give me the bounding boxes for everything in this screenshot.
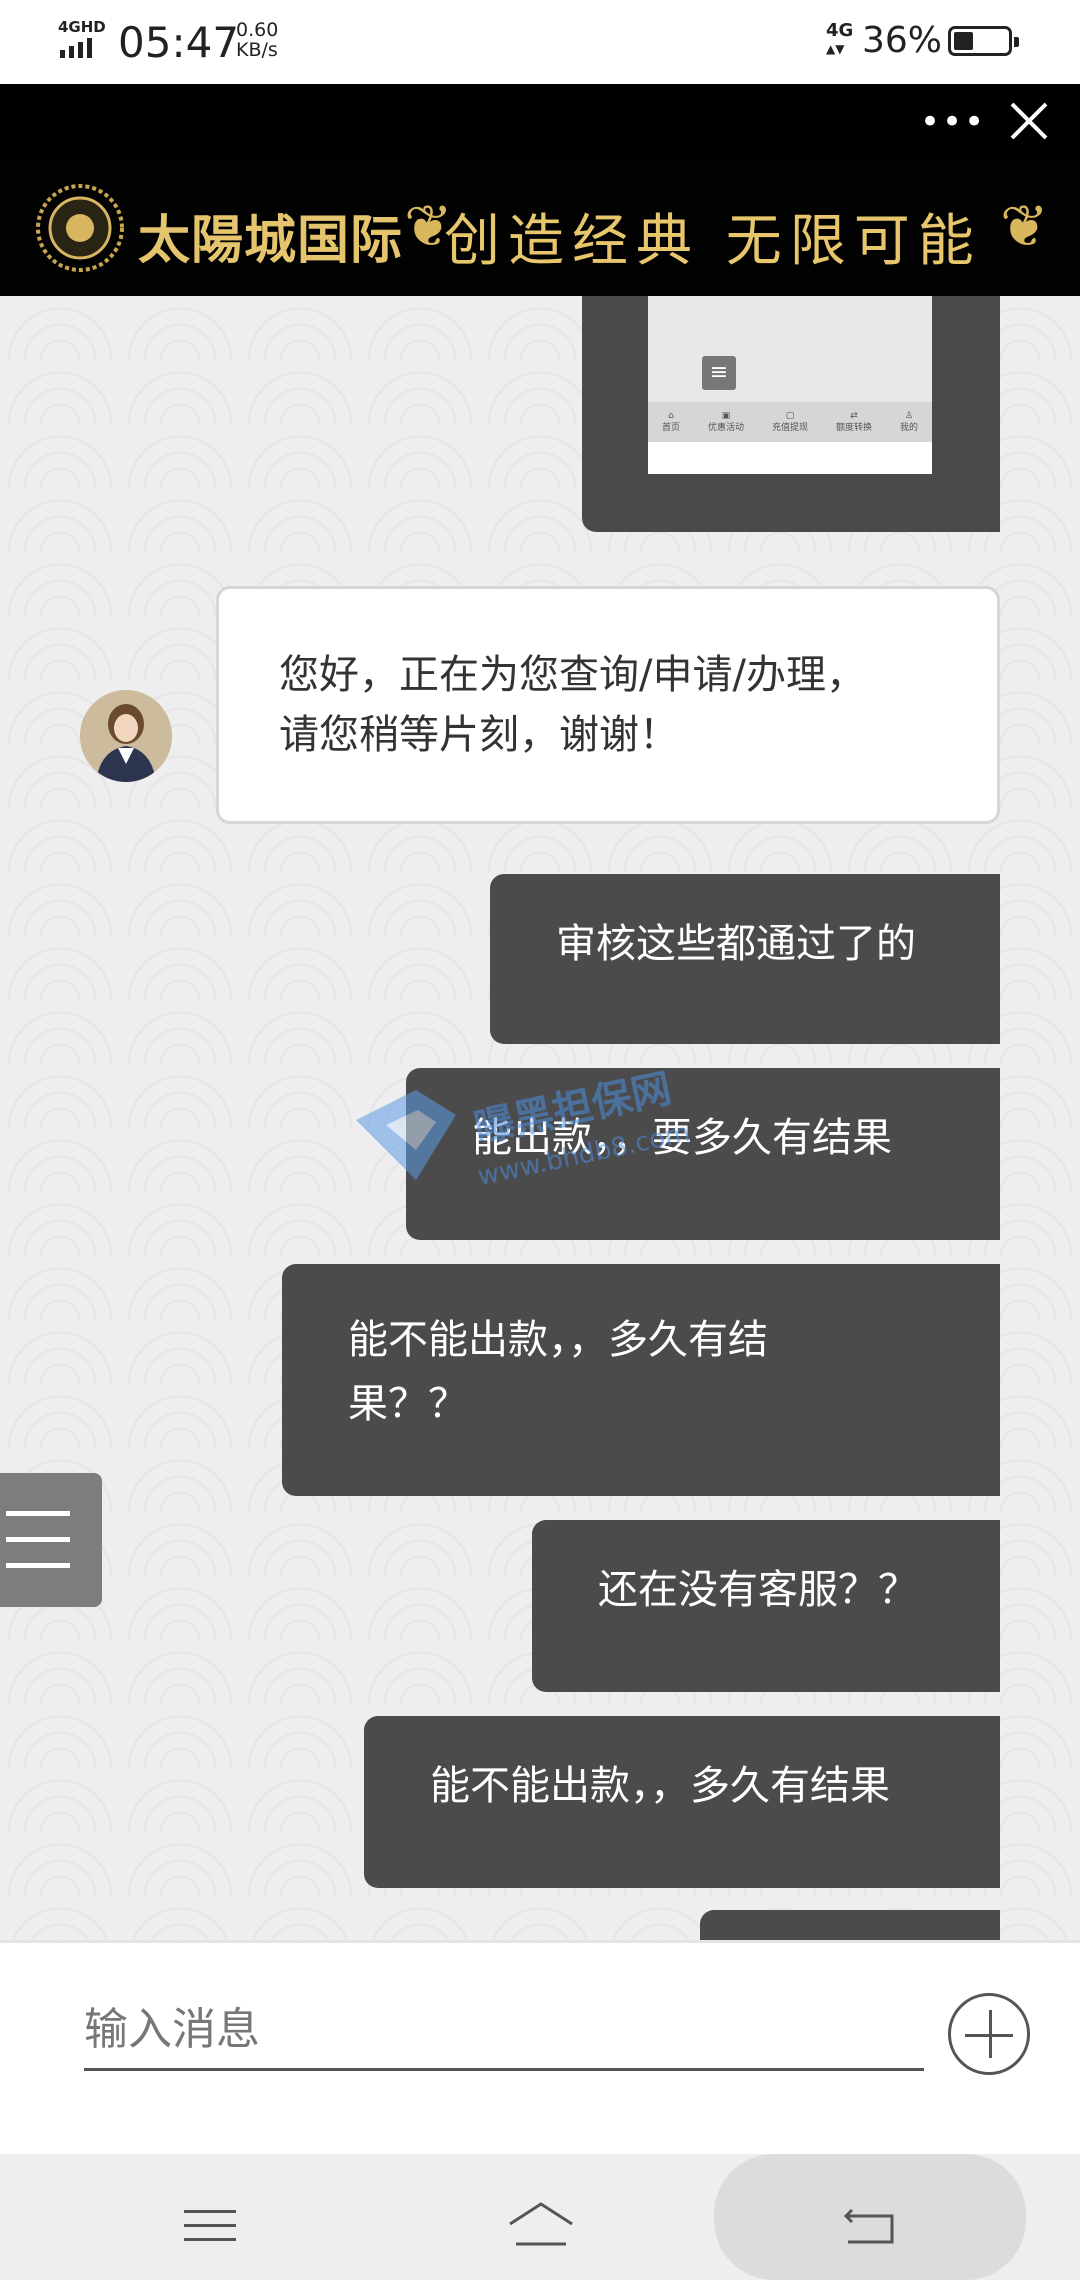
- user-message: 能不能出款，，多久有结 果？？: [282, 1264, 1000, 1496]
- ornament-right-icon: ❦: [1000, 192, 1049, 260]
- floating-menu-button[interactable]: [0, 1473, 102, 1607]
- status-bar: 4GHD 05:47 0.60 KB/s 4G ▲▼ 36%: [0, 0, 1080, 84]
- agent-message: 您好，正在为您查询/申请/办理， 请您稍等片刻，谢谢！: [216, 586, 1000, 824]
- system-nav-bar: [0, 2154, 1080, 2280]
- thumb-nav-item: ⇄ 额度转换: [835, 411, 872, 433]
- message-text: 审核这些都通过了的: [556, 921, 916, 967]
- speed-value: 0.60: [236, 19, 279, 41]
- site-banner: 太陽城国际 ❦ 创造经典 无限可能 ❦: [0, 158, 1080, 296]
- cell-label: 4G: [826, 20, 854, 41]
- thumbnail-nav: ⌂ 首页 ▣ 优惠活动 ▢ 充值提现 ⇄ 额度转换 ♙ 我的: [648, 402, 932, 442]
- data-arrows-icon: ▲▼: [826, 42, 845, 56]
- user-message: 能不能出款，，多久有结果: [364, 1716, 1000, 1888]
- browser-toolbar: •••: [0, 84, 1080, 158]
- network-type: 4GHD: [58, 18, 106, 36]
- agent-avatar[interactable]: [80, 690, 172, 782]
- thumb-nav-item: ⌂ 首页: [661, 411, 680, 433]
- home-button[interactable]: [506, 2200, 576, 2250]
- battery-icon: [948, 26, 1019, 56]
- menu-icon: ≡: [702, 356, 736, 390]
- more-options-button[interactable]: •••: [920, 104, 984, 140]
- watermark-logo-icon: [356, 1090, 456, 1180]
- user-message: 还在没有客服？？: [532, 1520, 1000, 1692]
- speed-unit: KB/s: [236, 39, 278, 61]
- back-button[interactable]: [842, 2206, 898, 2246]
- menu-line: [6, 1511, 70, 1516]
- user-message: 审核这些都通过了的: [490, 874, 1000, 1044]
- watermark: 曝黑担保网 www.bhdb8.com: [346, 1066, 716, 1210]
- sun-logo-icon: [36, 184, 124, 272]
- brand-name: 太陽城国际: [138, 210, 404, 271]
- thumb-nav-item: ▢ 充值提现: [771, 411, 808, 433]
- chat-area[interactable]: ≡ ⌂ 首页 ▣ 优惠活动 ▢ 充值提现 ⇄ 额度转换 ♙ 我的 您好，正在为您查询/申请…: [0, 296, 1080, 1940]
- thumb-nav-item: ▣ 优惠活动: [707, 411, 744, 433]
- agent-message-line: 您好，正在为您查询/申请/办理，: [279, 652, 866, 698]
- battery-percent: 36%: [862, 20, 943, 61]
- message-text: 果？？: [348, 1381, 468, 1427]
- message-text: 能不能出款，，多久有结果: [430, 1763, 890, 1809]
- screenshot-thumbnail: ≡ ⌂ 首页 ▣ 优惠活动 ▢ 充值提现 ⇄ 额度转换 ♙ 我的: [648, 296, 932, 474]
- signal-icon: [60, 38, 92, 58]
- message-input[interactable]: [84, 1991, 924, 2071]
- message-text: 还在没有客服？？: [598, 1567, 918, 1613]
- close-button[interactable]: [1000, 96, 1058, 148]
- network-speed: 0.60 KB/s: [236, 20, 278, 60]
- thumb-nav-item: ♙ 我的: [899, 411, 918, 433]
- close-icon: [1010, 102, 1048, 140]
- compose-bar: [0, 1940, 1080, 2154]
- add-attachment-button[interactable]: [948, 1993, 1030, 2075]
- agent-message-line: 请您稍等片刻，谢谢！: [279, 712, 679, 758]
- image-message[interactable]: ≡ ⌂ 首页 ▣ 优惠活动 ▢ 充值提现 ⇄ 额度转换 ♙ 我的: [582, 296, 1000, 532]
- banner-slogan: 创造经典 无限可能: [444, 209, 982, 274]
- avatar-icon: [80, 690, 172, 782]
- user-message: [700, 1910, 1000, 1940]
- menu-line: [6, 1537, 70, 1542]
- menu-line: [6, 1563, 70, 1568]
- cell-indicator: 4G ▲▼: [826, 22, 853, 58]
- recent-apps-button[interactable]: [184, 2206, 236, 2246]
- message-text: 能不能出款，，多久有结: [348, 1317, 768, 1363]
- battery-fill: [954, 32, 973, 50]
- clock: 05:47: [118, 18, 240, 67]
